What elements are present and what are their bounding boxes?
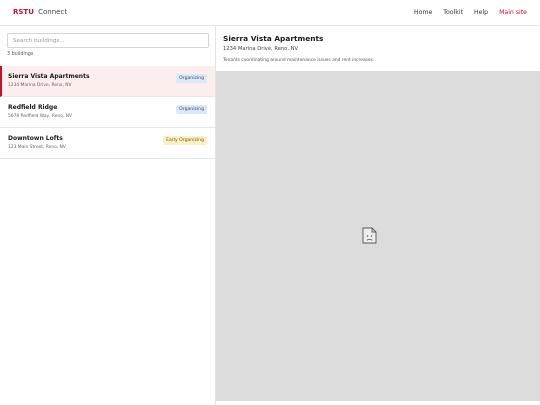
building-item-downtown-lofts[interactable]: Downtown Lofts 123 Main Street, Reno, NV… [0,128,215,159]
brand-logo[interactable]: RSTU Connect [13,8,67,16]
building-item-sierra-vista[interactable]: Sierra Vista Apartments 1234 Marina Driv… [0,66,215,97]
building-detail-header: Sierra Vista Apartments 1234 Marina Driv… [216,26,540,71]
building-count: 3 buildings [7,52,34,57]
building-address: 1234 Marina Drive, Reno, NV [8,83,72,88]
building-list: Sierra Vista Apartments 1234 Marina Driv… [0,66,215,159]
brand-subtitle: Connect [38,8,68,16]
nav-links: Home Toolkit Help Main site [405,9,527,16]
top-navbar: RSTU Connect Home Toolkit Help Main site [0,0,540,26]
building-name: Redfield Ridge [8,104,58,111]
brand-name: RSTU [13,8,34,16]
building-address: 123 Main Street, Reno, NV [8,145,66,150]
broken-image-icon [362,227,377,244]
nav-main-site-link[interactable]: Main site [499,9,527,16]
search-input[interactable] [7,33,209,48]
nav-home-link[interactable]: Home [414,9,432,16]
detail-title: Sierra Vista Apartments [223,34,324,43]
status-badge: Early Organizing [163,136,207,145]
building-item-redfield-ridge[interactable]: Redfield Ridge 5678 Redfield Way, Reno, … [0,97,215,128]
building-address: 5678 Redfield Way, Reno, NV [8,114,73,119]
building-sidebar: 3 buildings Sierra Vista Apartments 1234… [0,26,216,405]
building-name: Downtown Lofts [8,135,63,142]
detail-description: Tenants coordinating around maintenance … [223,58,375,63]
status-badge: Organizing [176,105,207,114]
nav-help-link[interactable]: Help [474,9,488,16]
detail-address: 1234 Marina Drive, Reno, NV [223,46,299,52]
nav-toolkit-link[interactable]: Toolkit [443,9,463,16]
building-name: Sierra Vista Apartments [8,73,90,80]
building-image-placeholder [216,71,540,401]
status-badge: Organizing [176,74,207,83]
